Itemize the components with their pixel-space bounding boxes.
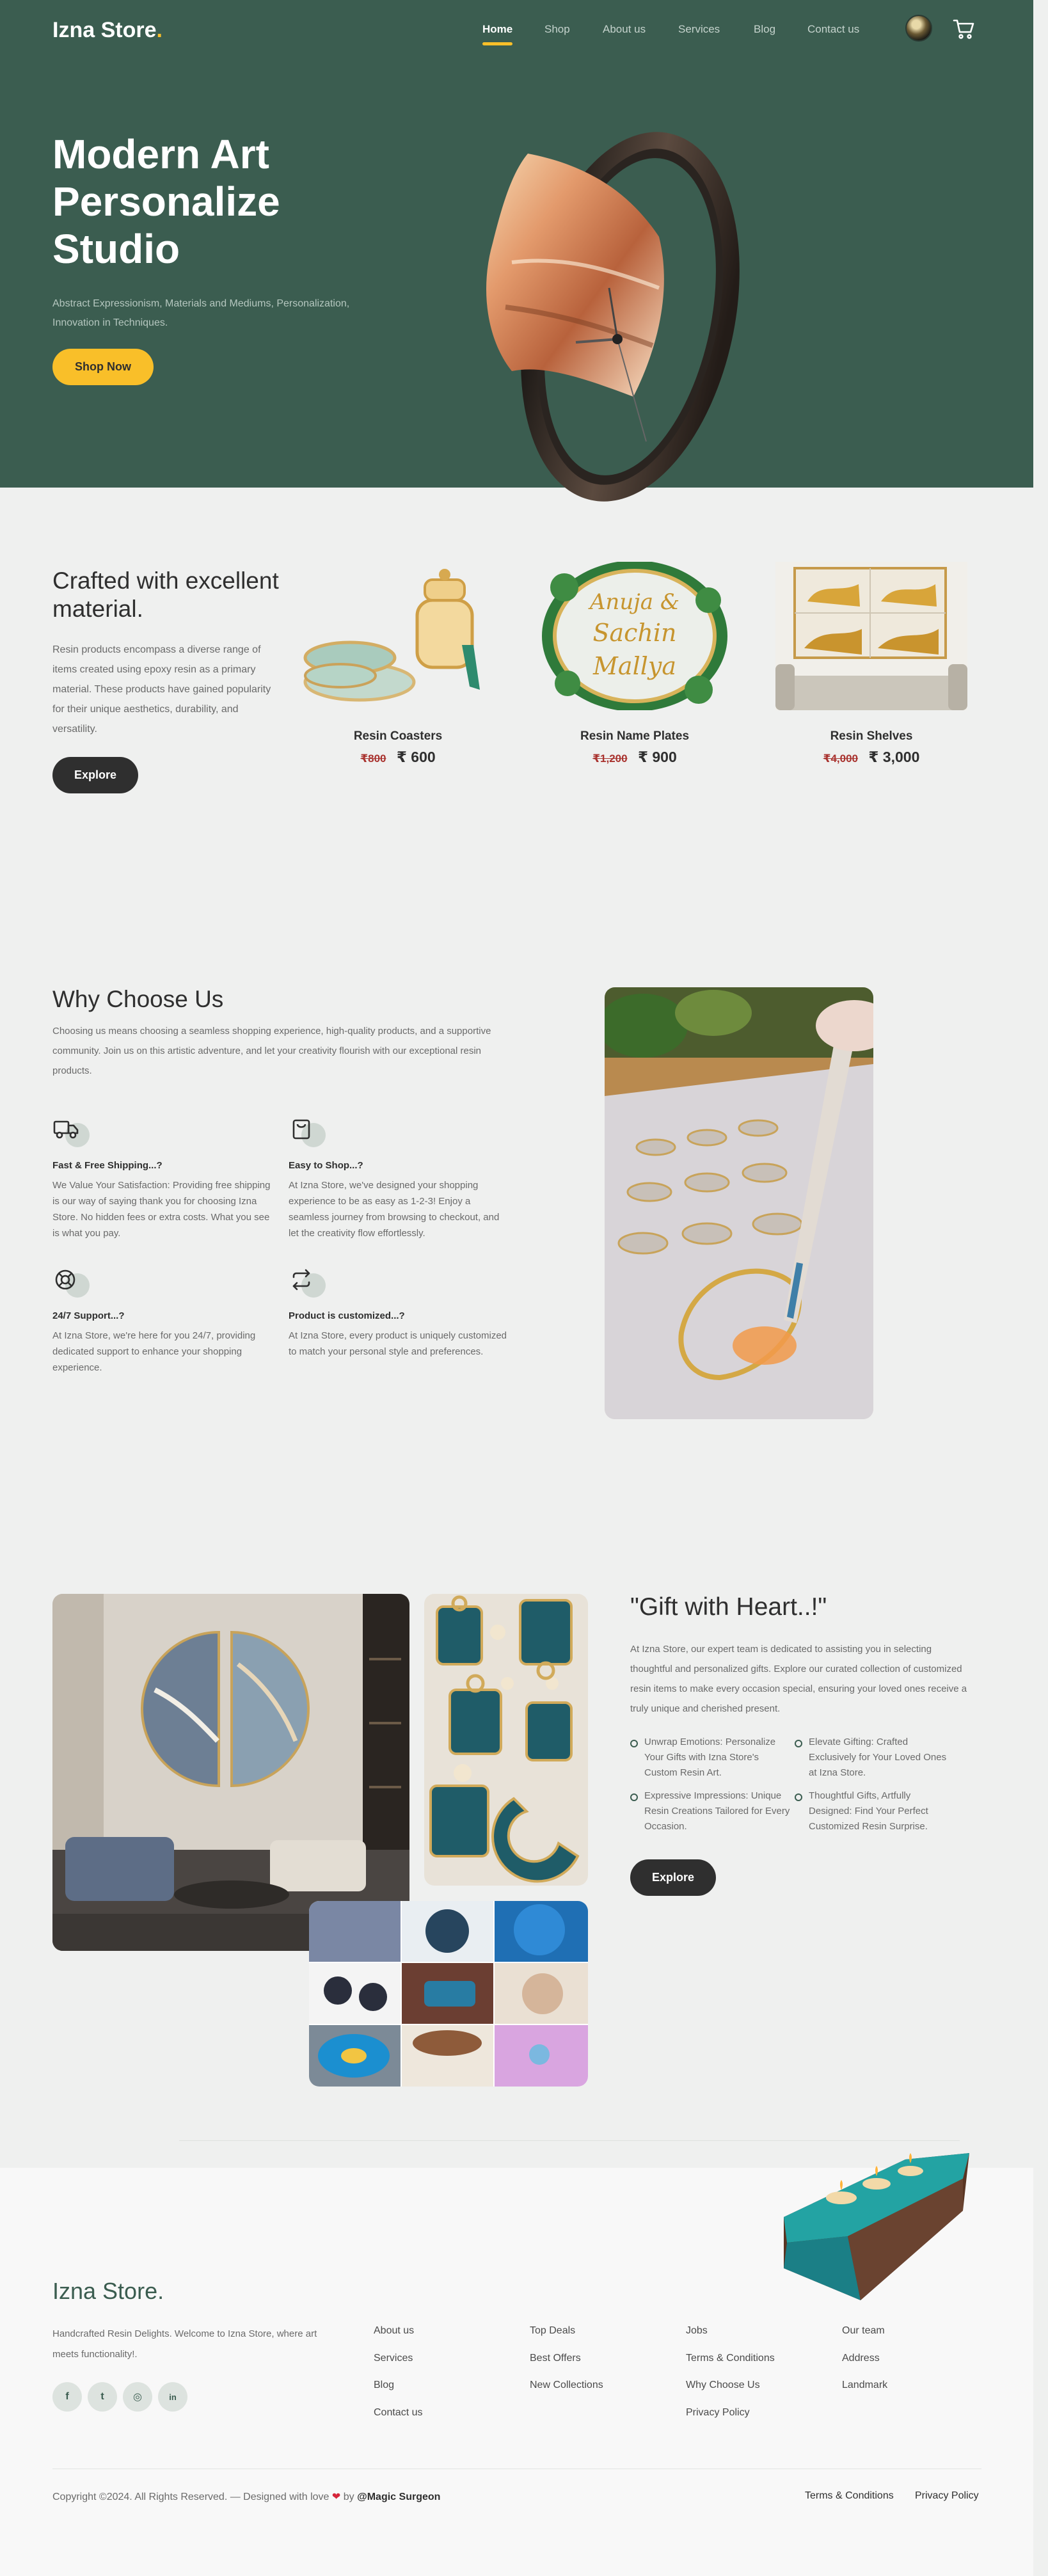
footer-link-jobs[interactable]: Jobs (686, 2325, 708, 2337)
support-icon (52, 1267, 91, 1298)
crafted-text: Resin products encompass a diverse range… (52, 644, 271, 735)
feature-text: At Izna Store, we're here for you 24/7, … (52, 1330, 256, 1373)
footer-link-why-choose-us[interactable]: Why Choose Us (686, 2380, 760, 2391)
nav-services[interactable]: Services (678, 23, 720, 36)
product-prices: ₹4,000 ₹ 3,000 (775, 749, 967, 766)
footer-text: Handcrafted Resin Delights. Welcome to I… (52, 2328, 317, 2360)
crafted-explore-button[interactable]: Explore (52, 757, 138, 793)
product-card-name-plates[interactable]: Anuja & Sachin Mallya Resin Name Plates … (539, 561, 731, 766)
footer-link-landmark[interactable]: Landmark (842, 2380, 887, 2391)
feature-shipping: Fast & Free Shipping...? We Value Your S… (52, 1117, 273, 1241)
feature-text: At Izna Store, every product is uniquely… (289, 1330, 507, 1357)
gift-explore-button[interactable]: Explore (630, 1859, 716, 1896)
product-card-coasters[interactable]: Resin Coasters ₹800 ₹ 600 (302, 562, 494, 766)
facebook-icon[interactable]: f (52, 2382, 82, 2412)
hero-clock-image (467, 96, 749, 505)
plate-line-1: Anuja & (588, 589, 679, 615)
twitter-icon[interactable]: t (88, 2382, 117, 2412)
crafted-title: Crafted with excellent material. (52, 568, 279, 622)
repeat-icon (289, 1267, 327, 1298)
product-prices: ₹800 ₹ 600 (302, 749, 494, 766)
footer-link-about-us[interactable]: About us (374, 2325, 414, 2337)
footer-link-services[interactable]: Services (374, 2353, 413, 2364)
hero-subtitle: Abstract Expressionism, Materials and Me… (52, 298, 350, 328)
nav-blog[interactable]: Blog (754, 23, 775, 36)
footer-link-blog[interactable]: Blog (374, 2380, 394, 2391)
nav-home[interactable]: Home (482, 23, 512, 36)
feature-title: Easy to Shop...? (289, 1160, 363, 1171)
plate-line-2: Sachin (592, 619, 676, 647)
feature-text: We Value Your Satisfaction: Providing fr… (52, 1180, 271, 1239)
instagram-icon[interactable]: ◎ (123, 2382, 152, 2412)
why-title: Why Choose Us (52, 986, 224, 1012)
product-old-price: ₹4,000 (823, 752, 859, 765)
product-collage (309, 1901, 588, 2087)
nav-contact-us[interactable]: Contact us (807, 23, 859, 36)
gift-bullet: Unwrap Emotions: Personalize Your Gifts … (630, 1735, 790, 1781)
footer-privacy-link[interactable]: Privacy Policy (915, 2490, 979, 2502)
feature-customized: Product is customized...? At Izna Store,… (289, 1267, 509, 1360)
bag-icon (289, 1117, 327, 1147)
heart-icon: ❤ (331, 2492, 341, 2502)
author-link[interactable]: @Magic Surgeon (357, 2492, 440, 2502)
plate-line-3: Mallya (592, 652, 676, 680)
product-price: ₹ 600 (396, 749, 436, 765)
feature-title: 24/7 Support...? (52, 1310, 125, 1321)
shop-now-button[interactable]: Shop Now (52, 349, 154, 385)
footer-terms-link[interactable]: Terms & Conditions (805, 2490, 894, 2502)
feature-title: Fast & Free Shipping...? (52, 1160, 163, 1171)
product-image-shelves (775, 562, 967, 710)
gift-bullet: Expressive Impressions: Unique Resin Cre… (630, 1788, 790, 1834)
hero-section: Izna Store. Home Shop About us Services … (0, 0, 1033, 502)
product-old-price: ₹1,200 (592, 752, 628, 765)
truck-icon (52, 1117, 91, 1147)
feature-support: 24/7 Support...? At Izna Store, we're he… (52, 1267, 273, 1376)
footer-link-best-offers[interactable]: Best Offers (530, 2353, 581, 2364)
feature-easy-shop: Easy to Shop...? At Izna Store, we've de… (289, 1117, 509, 1241)
keychains-photo (424, 1594, 588, 1886)
why-text: Choosing us means choosing a seamless sh… (52, 1026, 491, 1076)
product-old-price: ₹800 (360, 752, 386, 765)
footer-link-privacy-policy[interactable]: Privacy Policy (686, 2407, 750, 2419)
nav-shop[interactable]: Shop (544, 23, 570, 36)
candle-holder-image (771, 2140, 976, 2313)
footer-link-address[interactable]: Address (842, 2353, 880, 2364)
copyright-by: by (343, 2492, 354, 2502)
footer-brand[interactable]: Izna Store. (52, 2278, 164, 2305)
brand-logo[interactable]: Izna Store. (52, 18, 163, 43)
gift-title: "Gift with Heart..!" (630, 1593, 827, 1621)
nav-active-indicator (482, 42, 512, 45)
product-card-shelves[interactable]: Resin Shelves ₹4,000 ₹ 3,000 (775, 562, 967, 766)
product-price: ₹ 900 (637, 749, 677, 765)
product-image-coasters (302, 562, 494, 710)
footer-link-terms[interactable]: Terms & Conditions (686, 2353, 775, 2364)
footer-link-new-collections[interactable]: New Collections (530, 2380, 603, 2391)
brand-name: Izna Store (52, 18, 157, 42)
gift-bullet: Elevate Gifting: Crafted Exclusively for… (795, 1735, 955, 1781)
copyright-text: Copyright ©2024. All Rights Reserved. — … (52, 2492, 329, 2502)
hero-title: Modern Art Personalize Studio (52, 131, 280, 272)
resin-craft-photo (605, 987, 873, 1419)
product-price: ₹ 3,000 (868, 749, 920, 765)
product-name: Resin Shelves (830, 729, 913, 743)
footer-link-contact-us[interactable]: Contact us (374, 2407, 422, 2419)
footer-link-our-team[interactable]: Our team (842, 2325, 885, 2337)
product-prices: ₹1,200 ₹ 900 (539, 749, 731, 766)
footer-link-top-deals[interactable]: Top Deals (530, 2325, 575, 2337)
product-name: Resin Name Plates (580, 729, 690, 743)
copyright: Copyright ©2024. All Rights Reserved. — … (52, 2490, 440, 2503)
brand-dot: . (156, 18, 163, 42)
nav-about-us[interactable]: About us (603, 23, 646, 36)
product-name: Resin Coasters (353, 729, 443, 743)
product-image-name-plates: Anuja & Sachin Mallya (539, 561, 731, 712)
gift-text: At Izna Store, our expert team is dedica… (630, 1644, 967, 1714)
linkedin-icon[interactable]: in (158, 2382, 187, 2412)
cart-icon[interactable] (953, 18, 976, 41)
user-avatar[interactable] (905, 15, 932, 42)
feature-text: At Izna Store, we've designed your shopp… (289, 1180, 500, 1239)
living-room-photo (52, 1594, 409, 1951)
gift-bullet: Thoughtful Gifts, Artfully Designed: Fin… (795, 1788, 955, 1834)
feature-title: Product is customized...? (289, 1310, 405, 1321)
